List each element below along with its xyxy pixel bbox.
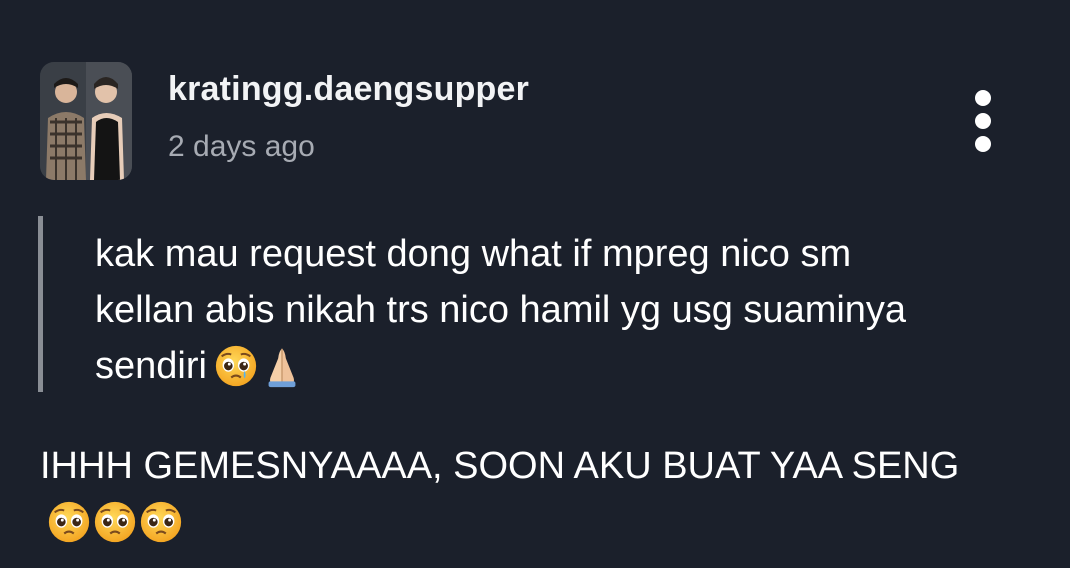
reply-message: IHHH GEMESNYAAAA, SOON AKU BUAT YAA SENG <box>40 438 1040 552</box>
quote-bar <box>38 216 43 392</box>
reply-text: IHHH GEMESNYAAAA, SOON AKU BUAT YAA SENG <box>40 445 960 487</box>
profile-photo-icon <box>40 62 132 180</box>
reply-emojis <box>46 496 184 552</box>
avatar[interactable] <box>40 62 132 180</box>
pleading-face-icon <box>92 499 138 545</box>
quoted-message-text: kak mau request dong what if mpreg nico … <box>95 226 935 396</box>
pleading-face-with-tear-icon <box>213 343 259 389</box>
quote-emojis <box>213 340 305 396</box>
post-timestamp: 2 days ago <box>168 130 315 163</box>
pleading-face-icon <box>138 499 184 545</box>
more-dot <box>975 113 991 129</box>
more-vertical-icon <box>975 90 991 106</box>
pleading-face-icon <box>46 499 92 545</box>
quoted-message: kak mau request dong what if mpreg nico … <box>38 216 938 392</box>
folded-hands-icon <box>259 343 305 389</box>
more-dot <box>975 136 991 152</box>
username[interactable]: kratingg.daengsupper <box>168 70 529 109</box>
more-options-button[interactable] <box>965 86 1001 156</box>
